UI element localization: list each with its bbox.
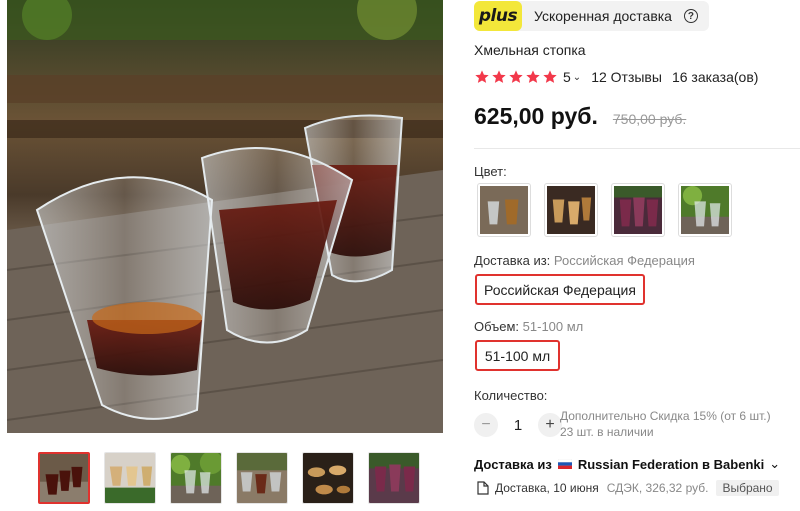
star-icon <box>491 69 507 85</box>
chosen-badge: Выбрано <box>716 480 779 496</box>
current-price: 625,00 руб. <box>474 103 598 129</box>
plus-delivery-text: Ускоренная доставка <box>534 8 672 24</box>
price-row: 625,00 руб. 750,00 руб. <box>474 103 686 130</box>
delivery-date: Доставка, 10 июня <box>495 481 599 495</box>
thumbnail-3[interactable] <box>170 452 222 504</box>
divider <box>474 148 800 149</box>
color-label: Цвет: <box>474 164 507 179</box>
volume-current-value: 51-100 мл <box>522 319 584 334</box>
color-option-1[interactable] <box>477 183 531 237</box>
delivery-route: Russian Federation в Babenki <box>577 456 765 472</box>
color-options <box>477 183 732 237</box>
quantity-label: Количество: <box>474 388 548 403</box>
old-price: 750,00 руб. <box>612 111 687 127</box>
quantity-value[interactable]: 1 <box>498 417 538 434</box>
thumbnail-4[interactable] <box>236 452 288 504</box>
color-option-3[interactable] <box>611 183 665 237</box>
star-icon <box>474 69 490 85</box>
chevron-down-icon[interactable]: ⌄ <box>573 72 581 83</box>
product-info-panel: plus Ускоренная доставка ? Хмельная стоп… <box>474 0 800 511</box>
reviews-link[interactable]: 12 Отзывы <box>591 69 662 85</box>
thumbnail-5[interactable] <box>302 452 354 504</box>
quantity-decrease-button[interactable]: − <box>474 413 498 437</box>
discount-info: Дополнительно Скидка 15% (от 6 шт.) <box>560 409 771 423</box>
thumbnail-strip <box>38 452 438 506</box>
star-icon <box>542 69 558 85</box>
quantity-info: Дополнительно Скидка 15% (от 6 шт.) 23 ш… <box>560 408 771 440</box>
ship-from-label-text: Доставка из: <box>474 253 551 268</box>
quantity-increase-button[interactable]: + <box>538 413 562 437</box>
color-option-4[interactable] <box>678 183 732 237</box>
delivery-option-row[interactable]: Доставка, 10 июня СДЭК, 326,32 руб. Выбр… <box>477 480 779 496</box>
star-icon <box>508 69 524 85</box>
plus-logo: plus <box>474 1 522 31</box>
russia-flag-icon <box>557 459 572 469</box>
delivery-from-header[interactable]: Доставка из Russian Federation в Babenki… <box>474 456 780 472</box>
color-option-2[interactable] <box>544 183 598 237</box>
stock-info: 23 шт. в наличии <box>560 425 654 439</box>
document-icon <box>477 481 489 495</box>
rating-value[interactable]: 5 <box>563 69 571 85</box>
product-title: Хмельная стопка <box>474 42 586 58</box>
plus-delivery-banner[interactable]: plus Ускоренная доставка ? <box>474 1 709 31</box>
delivery-carrier: СДЭК, 326,32 руб. <box>606 481 709 495</box>
ship-from-option-russia[interactable]: Российская Федерация <box>475 274 645 305</box>
delivery-from-prefix: Доставка из <box>474 456 552 472</box>
thumbnail-6[interactable] <box>368 452 420 504</box>
star-icon <box>525 69 541 85</box>
volume-option-51-100[interactable]: 51-100 мл <box>475 340 560 371</box>
thumbnail-1[interactable] <box>38 452 90 504</box>
chevron-down-icon[interactable]: ⌄ <box>769 456 780 472</box>
rating-stars <box>474 69 558 85</box>
thumbnail-2[interactable] <box>104 452 156 504</box>
ship-from-label: Доставка из: Российская Федерация <box>474 253 695 268</box>
orders-count: 16 заказа(ов) <box>671 69 759 85</box>
volume-label-text: Объем: <box>474 319 520 334</box>
rating-row: 5 ⌄ 12 Отзывы 16 заказа(ов) <box>474 68 758 86</box>
ship-from-current-value: Российская Федерация <box>553 253 695 268</box>
help-icon[interactable]: ? <box>683 9 698 23</box>
quantity-stepper: − 1 + <box>474 412 562 438</box>
volume-label: Объем: 51-100 мл <box>474 319 583 334</box>
main-product-photo[interactable] <box>7 0 443 433</box>
